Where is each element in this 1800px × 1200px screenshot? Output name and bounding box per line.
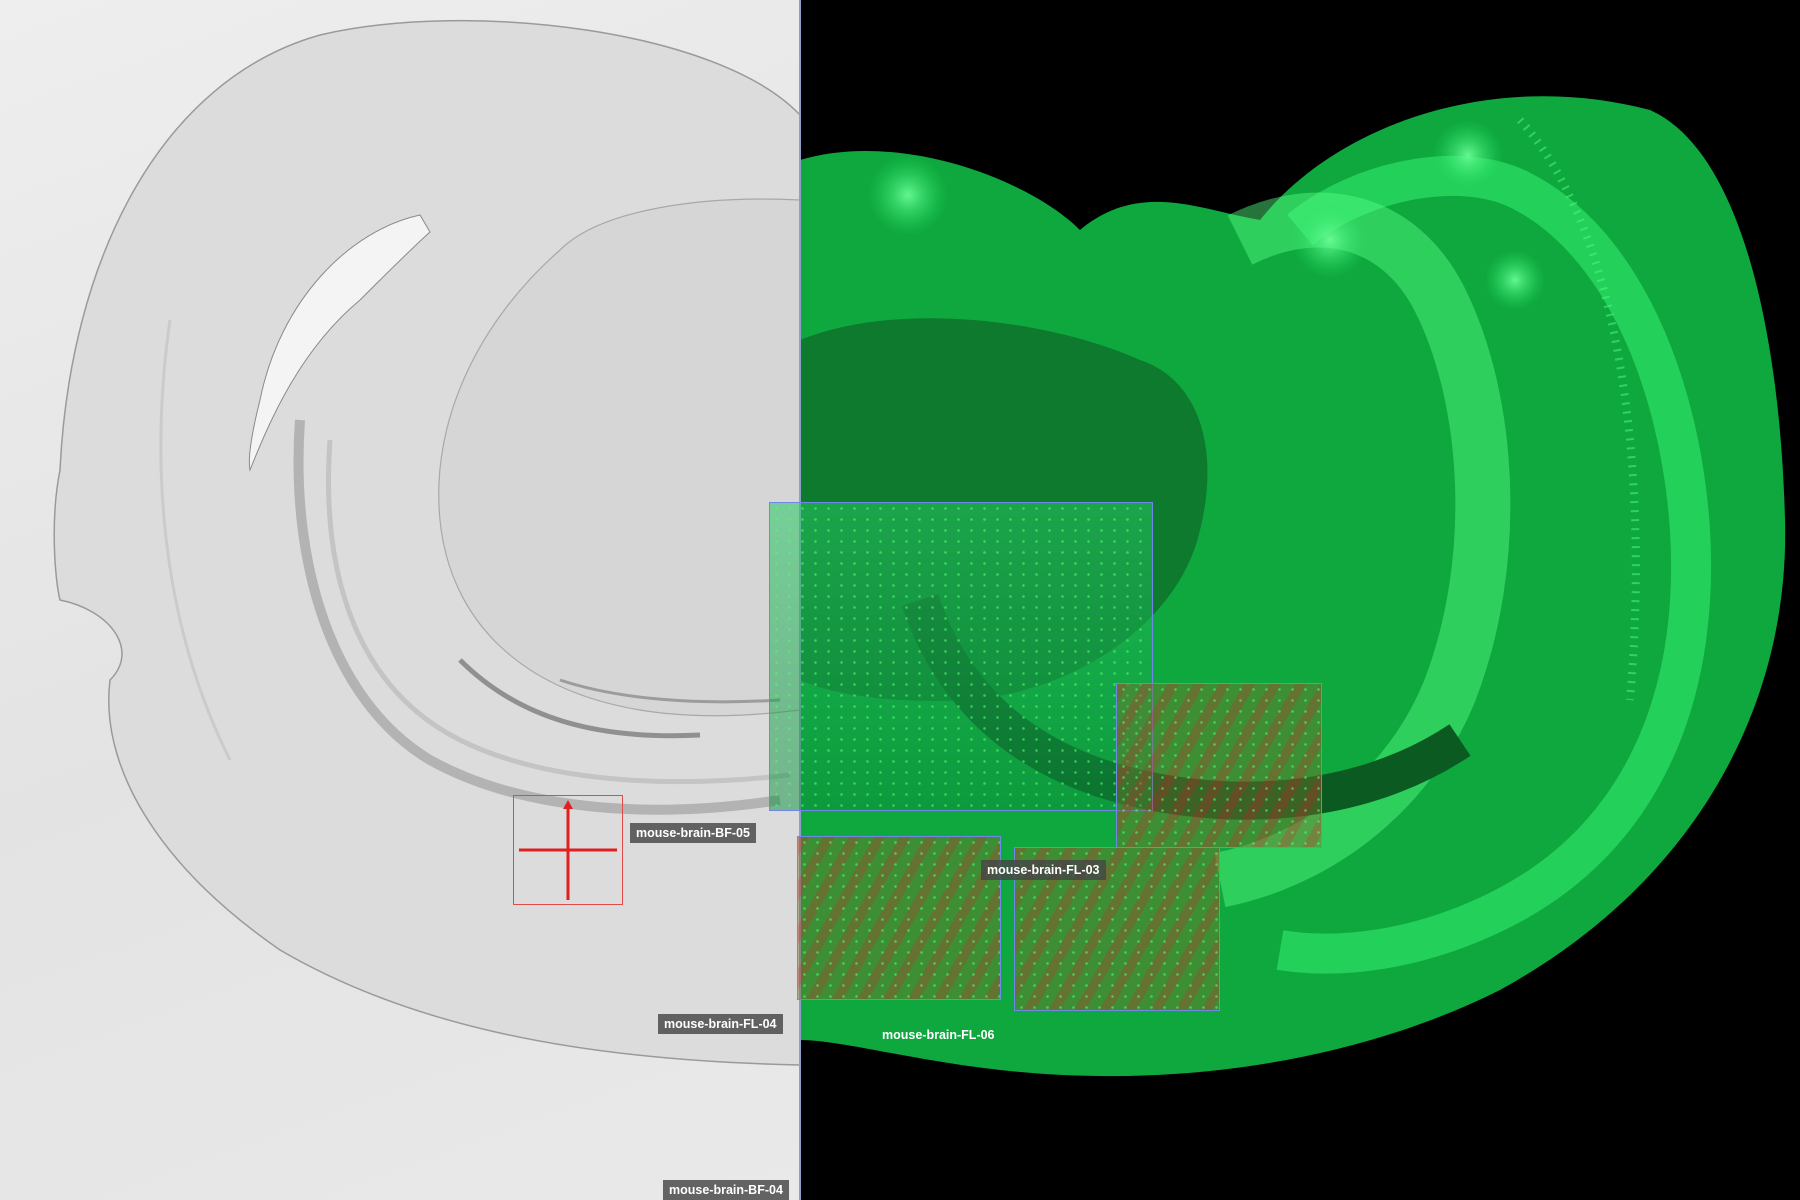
crosshair-icon bbox=[519, 800, 617, 900]
image-tile-fl-03[interactable] bbox=[1116, 683, 1322, 848]
sample-label-fl-03[interactable]: mouse-brain-FL-03 bbox=[981, 860, 1106, 880]
sample-label-fl-04[interactable]: mouse-brain-FL-04 bbox=[658, 1014, 783, 1034]
image-tile-fl-large[interactable] bbox=[769, 502, 1153, 811]
sample-label-fl-06[interactable]: mouse-brain-FL-06 bbox=[876, 1025, 1001, 1045]
image-tile-fl-06[interactable] bbox=[797, 836, 1001, 1000]
crosshair-marker[interactable] bbox=[513, 795, 623, 905]
sample-label-bf-04[interactable]: mouse-brain-BF-04 bbox=[663, 1180, 789, 1200]
image-viewer[interactable]: mouse-brain-BF-05 mouse-brain-FL-03 mous… bbox=[0, 0, 1800, 1200]
sample-label-bf-05[interactable]: mouse-brain-BF-05 bbox=[630, 823, 756, 843]
